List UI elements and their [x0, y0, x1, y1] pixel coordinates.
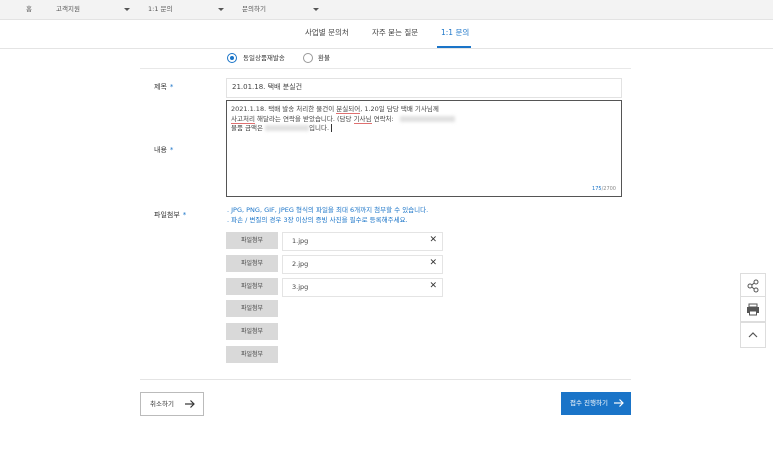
divider — [140, 68, 631, 69]
required-mark: * — [182, 211, 187, 219]
file-name: 2.jpg — [292, 260, 309, 268]
share-icon — [747, 279, 759, 293]
tab-divider — [0, 48, 773, 49]
tab-business-contacts[interactable]: 사업별 문의처 — [305, 28, 349, 38]
radio-resend[interactable] — [227, 53, 237, 63]
print-icon — [747, 303, 759, 316]
redacted-amount — [265, 125, 310, 131]
submit-button-label: 접수 진행하기 — [570, 399, 608, 407]
radio-resend-label: 동일상품재발송 — [243, 54, 285, 62]
breadcrumb-inquiry[interactable]: 1:1 문의 — [148, 5, 173, 13]
file-note-formats: . JPG, PNG, GIF, JPEG 형식의 파일을 최대 6개까지 첨부… — [227, 206, 429, 214]
chevron-down-icon[interactable] — [124, 8, 130, 11]
tab-one-to-one[interactable]: 1:1 문의 — [441, 28, 469, 38]
required-mark: * — [169, 83, 174, 91]
submit-button[interactable]: 접수 진행하기 — [561, 392, 631, 415]
content-line: 2021.1.18. 택배 발송 처리한 물건이 분실되어, 1.20일 담당 … — [231, 105, 439, 114]
character-counter: 175/2700 — [592, 186, 616, 192]
file-name: 1.jpg — [292, 237, 309, 245]
divider — [140, 379, 631, 380]
file-name: 3.jpg — [292, 283, 309, 291]
file-attach-button[interactable]: 파일첨부 — [226, 255, 278, 272]
radio-refund[interactable] — [303, 53, 313, 63]
required-mark: * — [169, 146, 174, 154]
content-label: 내용 * — [154, 146, 174, 154]
chevron-down-icon[interactable] — [313, 8, 319, 11]
radio-refund-label: 환불 — [318, 54, 330, 62]
breadcrumb-ask[interactable]: 문의하기 — [242, 5, 266, 13]
chevron-down-icon[interactable] — [218, 8, 224, 11]
delete-icon[interactable]: ✕ — [429, 258, 437, 269]
title-input-value: 21.01.18. 택배 분실건 — [232, 83, 303, 91]
file-row: 1.jpg ✕ — [282, 232, 443, 251]
scroll-top-button[interactable] — [740, 322, 766, 348]
title-label: 제목 * — [154, 83, 174, 91]
delete-icon[interactable]: ✕ — [429, 281, 437, 292]
cancel-button[interactable]: 취소하기 — [140, 392, 204, 416]
text-cursor — [331, 124, 333, 132]
file-attach-button[interactable]: 파일첨부 — [226, 323, 278, 340]
file-row: 2.jpg ✕ — [282, 255, 443, 274]
file-attach-label: 파일첨부 * — [154, 211, 187, 219]
content-line: 물품 금액은 입니다. — [231, 124, 333, 133]
breadcrumb-bar: 홈 고객지원 1:1 문의 문의하기 — [0, 0, 773, 20]
arrow-right-icon — [185, 400, 195, 408]
file-attach-button[interactable]: 파일첨부 — [226, 346, 278, 363]
arrow-right-icon — [614, 399, 624, 407]
content-line: 사고처리 해달라는 연락을 받았습니다. (담당 기사님 연락처: — [231, 115, 455, 124]
delete-icon[interactable]: ✕ — [429, 235, 437, 246]
cancel-button-label: 취소하기 — [150, 400, 174, 408]
breadcrumb-support[interactable]: 고객지원 — [56, 5, 80, 13]
breadcrumb-home[interactable]: 홈 — [26, 5, 32, 13]
file-note-evidence: . 파손 / 변질의 경우 3장 이상의 증빙 사진을 필수로 등록해주세요. — [227, 216, 408, 224]
tab-faq[interactable]: 자주 묻는 질문 — [372, 28, 418, 38]
file-attach-button[interactable]: 파일첨부 — [226, 232, 278, 249]
redacted-phone — [399, 116, 455, 122]
file-attach-button[interactable]: 파일첨부 — [226, 300, 278, 317]
file-attach-button[interactable]: 파일첨부 — [226, 278, 278, 295]
print-button[interactable] — [740, 296, 766, 322]
file-row: 3.jpg ✕ — [282, 278, 443, 297]
chevron-up-icon — [748, 332, 758, 338]
